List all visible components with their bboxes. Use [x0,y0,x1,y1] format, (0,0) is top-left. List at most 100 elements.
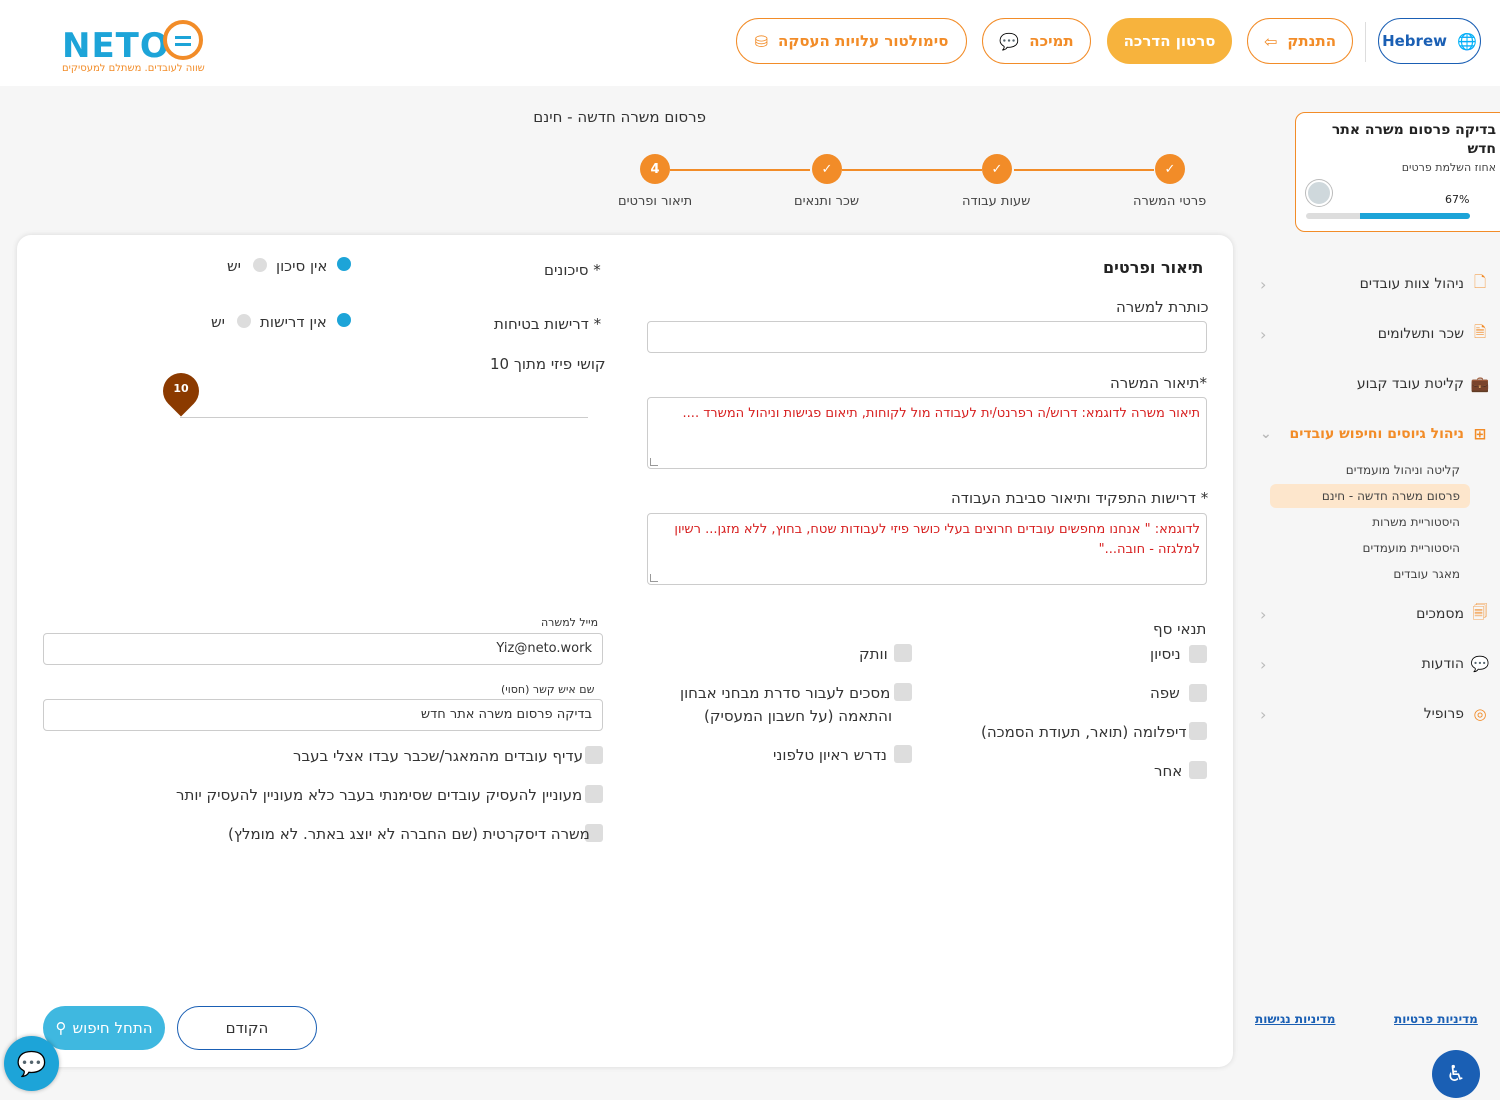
difficulty-slider-value: 10 [173,382,189,395]
language-label: Hebrew [1382,32,1447,50]
contact-input[interactable]: בדיקה פרסום משרה אתר חדש [43,699,603,731]
threshold-other-checkbox[interactable] [1189,761,1207,779]
recruit-icon: ⊞ [1473,425,1487,443]
sidebar-subitem-candidate-history[interactable]: היסטוריית מועמדים [1260,536,1460,560]
document-icon: 🗋 [1473,272,1487,291]
email-label: מייל למשרה [541,616,599,629]
sidebar-subitem-job-history[interactable]: היסטוריית משרות [1260,510,1460,534]
card-subtitle: אחוז השלמת פרטים [1401,161,1496,174]
risks-yes-radio[interactable] [253,258,267,272]
step-4-number[interactable]: 4 [640,154,670,184]
threshold-experience-checkbox[interactable] [1189,645,1207,663]
threshold-language-checkbox[interactable] [1189,684,1207,702]
previous-button[interactable]: הקודם [177,1006,317,1050]
description-textarea[interactable]: תיאור משרה לדוגמא: דרוש/ה רפרנט/ית לעבוד… [647,397,1207,469]
sidebar-item-label: מסמכים [1416,606,1464,622]
step-3-check-icon[interactable]: ✓ [812,154,842,184]
threshold-other-label: אחר [1154,762,1183,780]
start-search-button[interactable]: התחל חיפוש ⚲ [43,1006,165,1050]
step-label-job-details: פרטי המשרה [1133,194,1207,209]
sidebar-item-onboarding[interactable]: 💼 קליטת עובד קבוע [1260,369,1490,399]
sidebar-item-recruitment[interactable]: ⊞ ניהול גיוסים וחיפוש עובדים ⌄ [1260,419,1490,449]
cost-simulator-button[interactable]: סימולטור עלויות העסקה ⛁ [736,18,967,64]
payroll-icon: 🗎 [1473,322,1487,341]
privacy-policy-link[interactable]: מדיניות פרטיות [1394,1012,1478,1026]
assessment-checkbox[interactable] [894,683,912,701]
chat-bubble-icon: 💬 [999,31,1020,51]
contact-label: שם איש קשר (חסוי) [501,683,595,696]
safety-label: * דרישות בטיחות [494,315,602,333]
step-2-check-icon[interactable]: ✓ [982,154,1012,184]
tutorial-button[interactable]: סרטון הדרכה [1107,18,1232,64]
chevron-left-icon: ‹ [1260,654,1267,674]
logo-tagline: שווה לעובדים. משתלם למעסיקים [62,63,205,74]
difficulty-slider-track[interactable] [180,417,588,418]
chevron-left-icon: ‹ [1260,324,1267,344]
risks-no-radio[interactable] [337,257,351,271]
logo-mark [163,20,203,60]
safety-yes-radio[interactable] [237,314,251,328]
threshold-diploma-label: דיפלומה (תואר, תעודת הסמכה) [981,723,1187,741]
description-label: *תיאור המשרה [1110,374,1207,392]
threshold-language-label: שפה [1150,684,1180,702]
seniority-label: וותק [859,645,888,663]
email-input[interactable]: Yiz@neto.work [43,633,603,665]
card-title: בדיקה פרסום משרה אתר חדש [1331,122,1496,157]
resize-handle-icon[interactable] [650,574,658,582]
sidebar-item-team[interactable]: 🗋 ניהול צוות עובדים ‹ [1260,269,1490,299]
step-label-hours: שעות עבודה [962,194,1031,209]
requirements-placeholder-line1: לדוגמא: " אנחנו מחפשים עובדים חרוצים בעל… [674,522,1200,537]
risks-no-label: אין סיכון [276,257,328,275]
resize-handle-icon[interactable] [650,458,658,466]
support-button[interactable]: תמיכה 💬 [982,18,1091,64]
seniority-checkbox[interactable] [894,644,912,662]
sidebar-item-label: ניהול גיוסים וחיפוש עובדים [1289,426,1465,442]
accessibility-icon[interactable]: ♿ [1432,1050,1480,1098]
sidebar-item-label: ניהול צוות עובדים [1359,276,1464,292]
documents-icon: 🗐 [1472,602,1488,621]
chevron-down-icon: ⌄ [1260,426,1272,442]
sidebar-item-profile[interactable]: ◎ פרופיל ‹ [1260,699,1490,729]
safety-yes-label: יש [211,313,225,331]
avatar [1306,180,1332,206]
risks-yes-label: יש [227,257,241,275]
safety-no-radio[interactable] [337,313,351,327]
step-1-check-icon[interactable]: ✓ [1155,154,1185,184]
briefcase-icon: 💼 [1470,375,1490,393]
step-label-salary: שכר ותנאים [794,194,860,209]
profile-icon: ◎ [1473,705,1487,723]
accessibility-policy-link[interactable]: מדיניות נגישות [1255,1012,1335,1026]
chevron-left-icon: ‹ [1260,604,1267,624]
step-connector [1014,169,1154,171]
pref-pool-checkbox[interactable] [585,746,603,764]
chat-icon: 💬 [1470,655,1490,673]
logo[interactable]: NETO [62,26,170,66]
phone-interview-label: נדרש ראיון טלפוני [773,746,887,764]
job-title-label: כותרת למשרה [1116,298,1209,316]
risks-label: * סיכונים [544,261,601,279]
requirements-textarea[interactable]: לדוגמא: " אנחנו מחפשים עובדים חרוצים בעל… [647,513,1207,585]
live-chat-icon[interactable]: 💬 [4,1036,59,1091]
difficulty-label: קושי פיזי מתוך 10 [490,355,606,373]
logout-button[interactable]: התנתק ⇦ [1247,18,1353,64]
requirements-placeholder-line2: למלגזה - חובה..." [1098,542,1200,557]
completion-percent: 67% [1445,193,1470,206]
threshold-diploma-checkbox[interactable] [1189,722,1207,740]
step-connector [842,169,982,171]
pref-rehire-checkbox[interactable] [585,785,603,803]
job-title-input[interactable] [647,321,1207,353]
chevron-left-icon: ‹ [1260,274,1267,294]
sidebar-subitem-candidates[interactable]: קליטה וניהול מועמדים [1260,458,1460,482]
search-icon: ⚲ [55,1019,67,1037]
sidebar-item-documents[interactable]: 🗐 מסמכים ‹ [1260,599,1490,629]
globe-icon: 🌐 [1456,31,1477,51]
threshold-label: תנאי סף [1153,620,1207,638]
sidebar-item-messages[interactable]: 💬 הודעות ‹ [1260,649,1490,679]
sidebar-subitem-new-job[interactable]: פרסום משרה חדשה - חינם [1270,484,1470,508]
safety-no-label: אין דרישות [260,313,327,331]
phone-interview-checkbox[interactable] [894,745,912,763]
language-selector[interactable]: Hebrew 🌐 [1378,18,1481,64]
step-connector [670,169,810,171]
sidebar-item-payroll[interactable]: 🗎 שכר ותשלומים ‹ [1260,319,1490,349]
sidebar-subitem-worker-pool[interactable]: מאגר עובדים [1260,562,1460,586]
